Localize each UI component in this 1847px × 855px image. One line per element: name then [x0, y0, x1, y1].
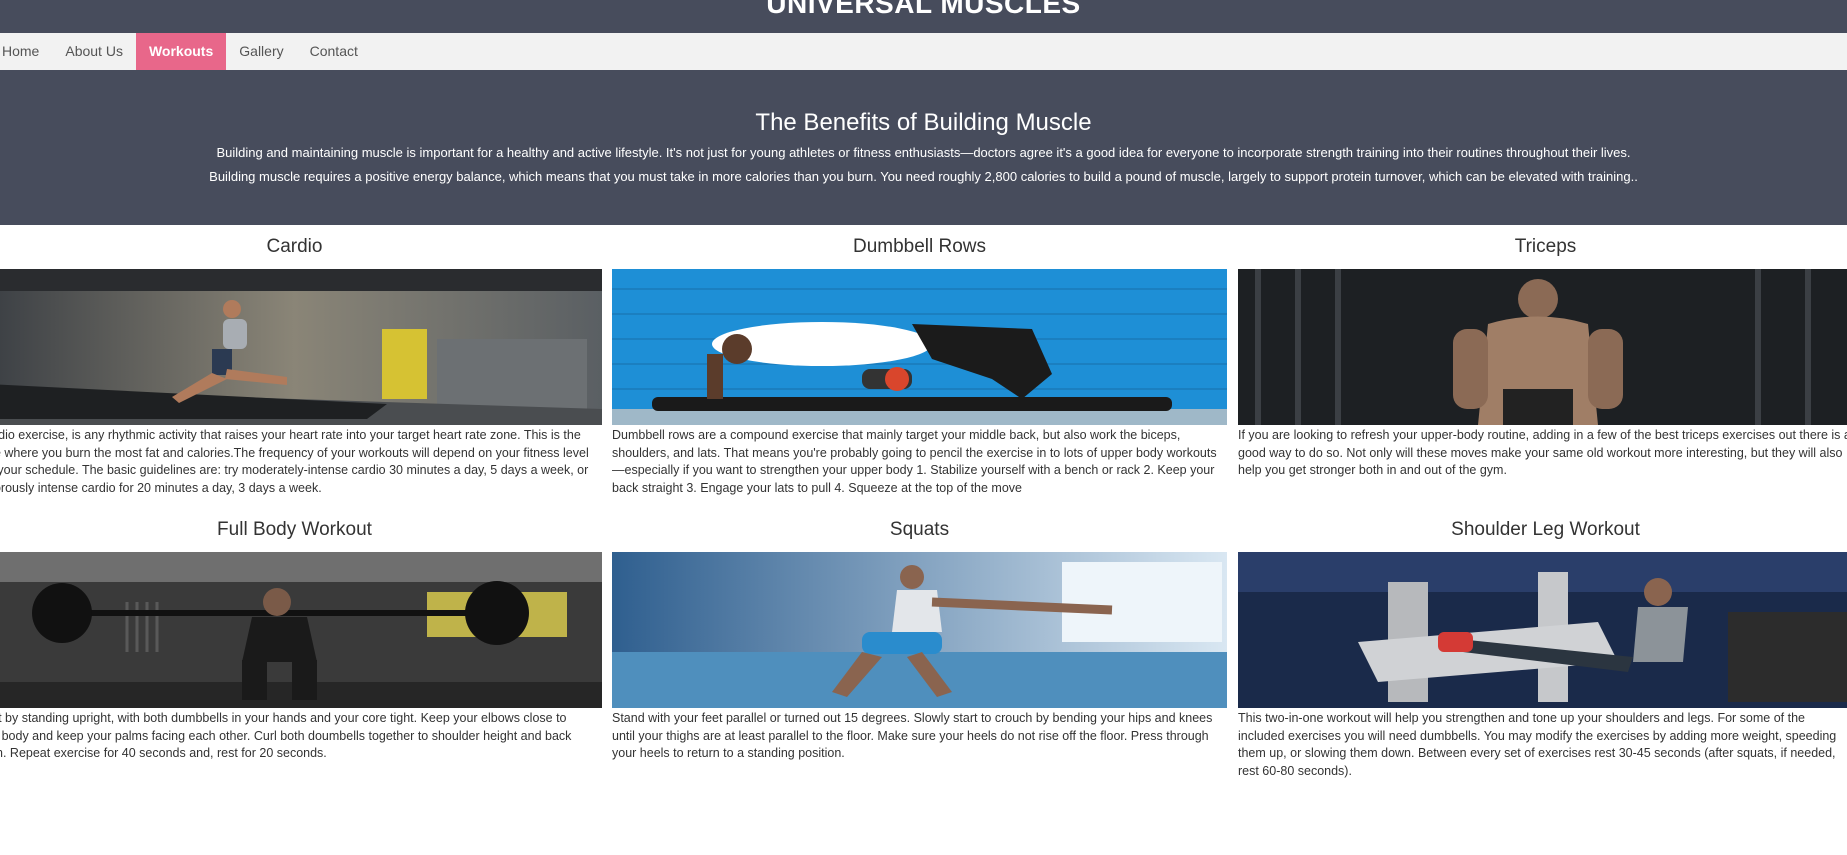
nav-about-us[interactable]: About Us — [52, 33, 136, 70]
shoulder-leg-workout-image — [1238, 552, 1847, 708]
workout-description: If you are looking to refresh your upper… — [1238, 428, 1847, 478]
workout-card-dumbbell-rows: Dumbbell Rows Dumbbell rows are a compou… — [612, 233, 1227, 497]
workout-title: Full Body Workout — [217, 519, 372, 540]
workout-card-cardio: Cardio ardio exercise, is any rhythmic a… — [0, 233, 602, 497]
squats-image — [612, 552, 1227, 708]
workout-title: Dumbbell Rows — [852, 236, 987, 257]
hero-paragraph: Building muscle requires a positive ener… — [209, 169, 1638, 184]
dumbbell-rows-image — [612, 269, 1227, 425]
nav-gallery[interactable]: Gallery — [226, 33, 296, 70]
workout-description: Dumbbell rows are a compound exercise th… — [612, 428, 1217, 495]
workout-card-shoulder-leg: Shoulder Leg Workout This two-in-one wor… — [1238, 516, 1847, 780]
workout-card-full-body: Full Body Workout art by standing uprigh… — [0, 516, 602, 763]
hero-title: The Benefits of Building Muscle — [755, 109, 1092, 136]
workout-title: Squats — [889, 519, 950, 540]
hero-paragraph: Building and maintaining muscle is impor… — [216, 145, 1631, 160]
nav-home[interactable]: Home — [0, 33, 52, 70]
nav-contact[interactable]: Contact — [297, 33, 371, 70]
nav-workouts[interactable]: Workouts — [135, 33, 227, 70]
navbar: Home About Us Workouts Gallery Contact — [0, 33, 1847, 70]
workout-title: Triceps — [1514, 236, 1577, 257]
workout-description: art by standing upright, with both dumbb… — [0, 711, 572, 761]
site-header: UNIVERSAL MUSCLES — [0, 0, 1847, 33]
workout-description: This two-in-one workout will help you st… — [1238, 711, 1837, 778]
site-title: UNIVERSAL MUSCLES — [766, 0, 1081, 19]
workout-title: Cardio — [266, 236, 323, 257]
full-body-workout-image — [0, 552, 602, 708]
workout-description: ardio exercise, is any rhythmic activity… — [0, 428, 589, 495]
hero-section: The Benefits of Building Muscle Building… — [0, 70, 1847, 225]
cardio-image — [0, 269, 602, 425]
triceps-image — [1238, 269, 1847, 425]
workout-title: Shoulder Leg Workout — [1451, 519, 1640, 540]
workout-card-triceps: Triceps If you are looking to refresh yo… — [1238, 233, 1847, 480]
workout-description: Stand with your feet parallel or turned … — [612, 711, 1213, 761]
workout-card-squats: Squats Stand with your feet parallel or … — [612, 516, 1227, 763]
